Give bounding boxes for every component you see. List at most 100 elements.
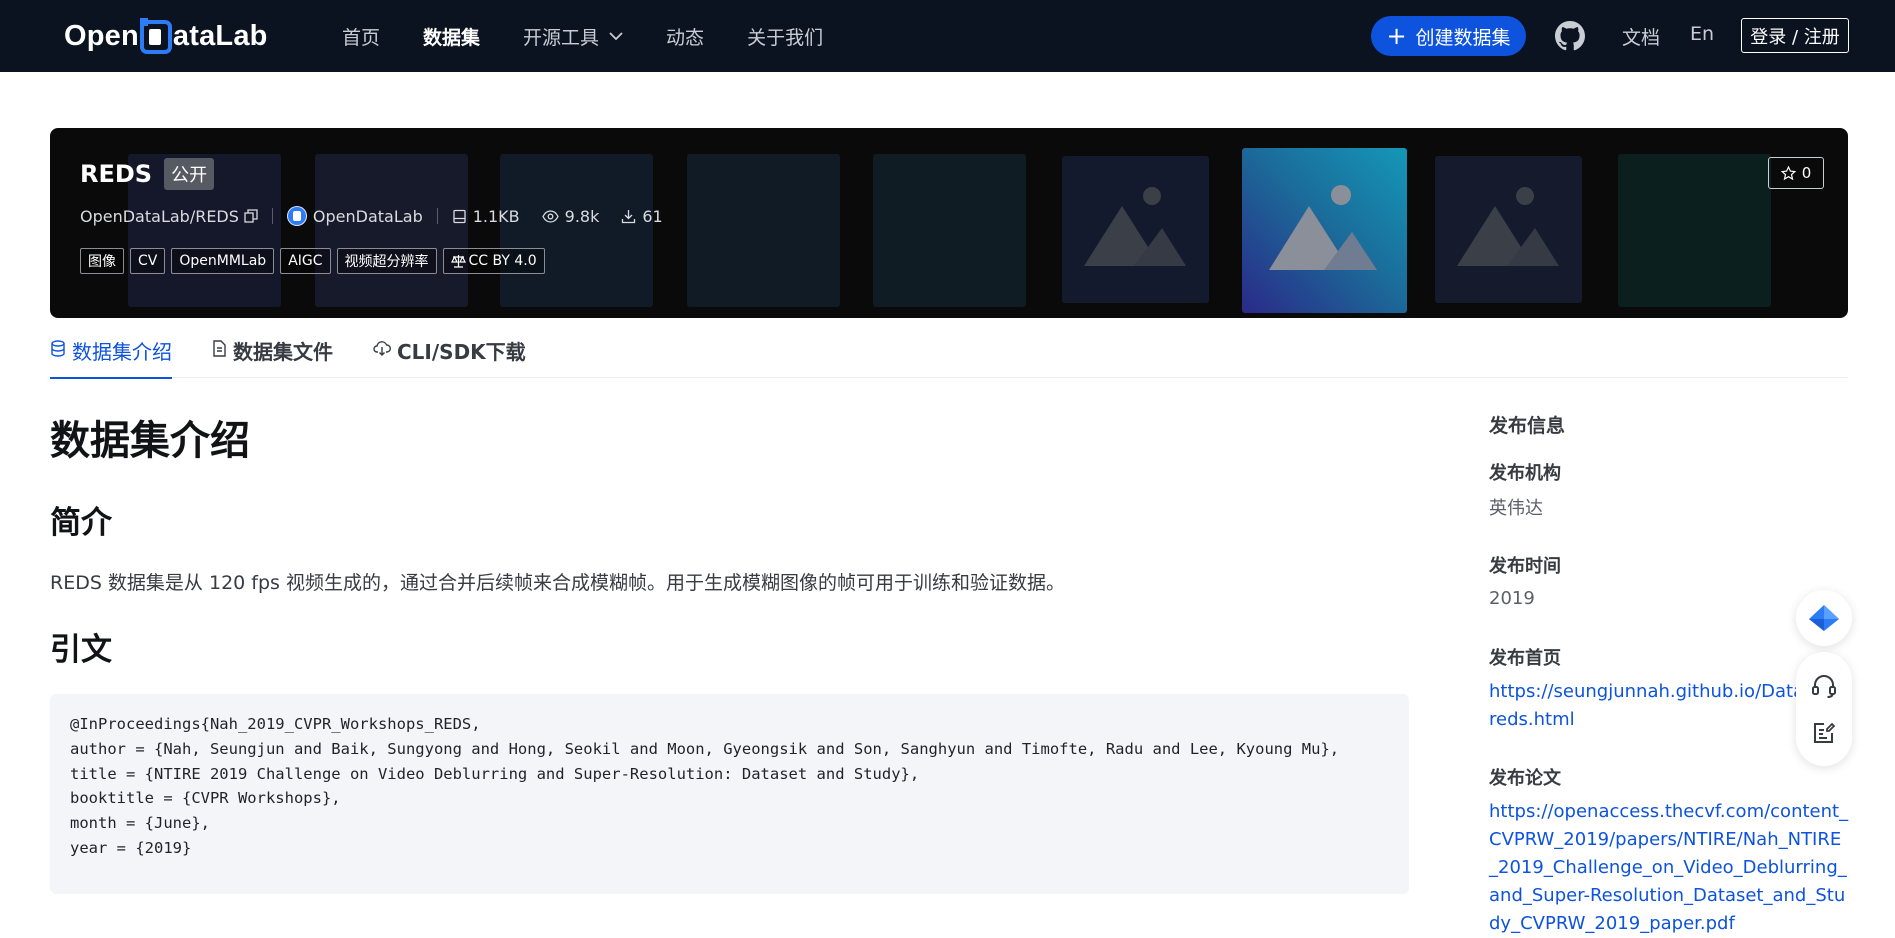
headset-icon[interactable]	[1811, 673, 1837, 699]
thumbnail-highlight	[1242, 148, 1407, 313]
tab-dataset-files[interactable]: 数据集文件	[212, 330, 333, 378]
create-dataset-label: 创建数据集	[1415, 26, 1511, 49]
tab-dataset-intro[interactable]: 数据集介绍	[50, 330, 172, 379]
size-value: 1.1KB	[472, 206, 520, 226]
homepage-link[interactable]: https://seungjunnah.github.io/Datasets/r…	[1489, 678, 1849, 734]
tab-label: 数据集介绍	[72, 340, 172, 364]
dataset-meta: OpenDataLab/REDS OpenDataLab 1.1KB 9.8k …	[80, 206, 663, 226]
cloud-download-icon	[373, 341, 391, 356]
nav-item-news[interactable]: 动态	[666, 23, 704, 50]
publish-info-title: 发布信息	[1489, 415, 1566, 437]
opendatalab-logo-icon	[286, 206, 307, 226]
paper-label: 发布论文	[1489, 768, 1561, 789]
dataset-org[interactable]: OpenDataLab	[286, 206, 423, 226]
citation-code-block: @InProceedings{Nah_2019_CVPR_Workshops_R…	[50, 694, 1409, 894]
file-icon	[213, 340, 226, 357]
logo-d-icon	[139, 18, 172, 54]
eye-icon	[541, 209, 559, 223]
divider	[271, 208, 273, 224]
star-count: 0	[1801, 164, 1812, 182]
create-dataset-button[interactable]: + 创建数据集	[1371, 16, 1526, 56]
assistant-button[interactable]	[1796, 590, 1852, 646]
dataset-views: 9.8k	[541, 206, 600, 226]
nav-item-label: 动态	[666, 26, 705, 49]
storage-icon	[453, 209, 466, 223]
dataset-path-text: OpenDataLab/REDS	[80, 206, 239, 226]
scale-icon	[450, 255, 466, 268]
star-icon	[1780, 165, 1796, 180]
content-tabs: 数据集介绍 数据集文件 CLI/SDK下载	[50, 330, 1848, 379]
page-title: 数据集介绍	[50, 418, 250, 464]
thumbnail	[873, 154, 1026, 307]
downloads-value: 61	[642, 206, 663, 226]
dataset-title-row: REDS 公开	[80, 158, 215, 190]
logo-text-right: ataLab	[172, 19, 268, 52]
visibility-badge: 公开	[164, 158, 215, 190]
float-toolbar	[1796, 652, 1852, 766]
star-button[interactable]: 0	[1768, 157, 1824, 189]
copy-icon[interactable]	[244, 209, 258, 223]
logo[interactable]: Open ataLab	[64, 16, 268, 56]
nav-item-label: 关于我们	[747, 26, 824, 49]
code-line: author = {Nah, Seungjun and Baik, Sungyo…	[70, 739, 1340, 758]
tag[interactable]: 图像	[80, 248, 124, 274]
tag[interactable]: CV	[130, 248, 166, 274]
publish-time-value: 2019	[1489, 588, 1535, 609]
download-icon	[622, 209, 636, 223]
tag[interactable]: OpenMMLab	[171, 248, 275, 274]
publisher-label: 发布机构	[1489, 463, 1561, 484]
code-line: booktitle = {CVPR Workshops},	[70, 789, 341, 808]
nav-item-label: 首页	[342, 26, 381, 49]
nav-item-datasets[interactable]: 数据集	[423, 23, 480, 50]
code-line: @InProceedings{Nah_2019_CVPR_Workshops_R…	[70, 715, 481, 733]
thumbnail	[315, 154, 468, 307]
github-icon[interactable]	[1555, 21, 1585, 51]
dataset-name: REDS	[80, 160, 153, 188]
docs-link[interactable]: 文档	[1622, 23, 1660, 50]
image-placeholder-icon	[1269, 185, 1377, 270]
tag-list: 图像 CV OpenMMLab AIGC 视频超分辨率 CC BY 4.0	[80, 248, 551, 274]
code-line: year = {2019}	[70, 838, 192, 857]
code-line: month = {June},	[70, 814, 210, 833]
image-placeholder-icon	[1457, 187, 1559, 266]
image-placeholder-icon	[1084, 187, 1186, 266]
bird-icon	[1809, 605, 1839, 631]
logo-text-left: Open	[64, 19, 139, 52]
views-value: 9.8k	[564, 206, 600, 226]
nav-item-home[interactable]: 首页	[342, 23, 380, 50]
thumbnail	[1062, 156, 1209, 303]
code-line: title = {NTIRE 2019 Challenge on Video D…	[70, 764, 920, 783]
org-name: OpenDataLab	[312, 206, 423, 226]
dataset-path[interactable]: OpenDataLab/REDS	[80, 207, 258, 226]
thumbnail	[687, 154, 840, 307]
nav-menu: 首页 数据集 开源工具 动态 关于我们	[342, 0, 866, 72]
language-switch[interactable]: En	[1690, 23, 1714, 45]
dataset-downloads: 61	[621, 206, 663, 226]
edit-note-icon[interactable]	[1812, 721, 1836, 745]
tab-cli-sdk-download[interactable]: CLI/SDK下载	[373, 330, 526, 378]
nav-item-label: 开源工具	[523, 26, 600, 49]
nav-item-open-tools[interactable]: 开源工具	[523, 23, 623, 50]
tab-label: 数据集文件	[233, 340, 333, 364]
nav-item-label: 数据集	[423, 26, 481, 49]
plus-icon: +	[1386, 22, 1407, 50]
license-tag[interactable]: CC BY 4.0	[442, 248, 545, 274]
section-heading-intro: 简介	[50, 505, 112, 541]
top-nav: Open ataLab 首页 数据集 开源工具 动态 关于我们 + 创建数据集 …	[0, 0, 1895, 72]
divider	[436, 208, 438, 224]
nav-item-about[interactable]: 关于我们	[747, 23, 823, 50]
intro-paragraph: REDS 数据集是从 120 fps 视频生成的，通过合并后续帧来合成模糊帧。用…	[50, 572, 1065, 594]
publish-time-label: 发布时间	[1489, 556, 1561, 577]
database-icon	[51, 340, 65, 357]
login-register-button[interactable]: 登录 / 注册	[1741, 18, 1849, 53]
dataset-size: 1.1KB	[452, 207, 520, 226]
thumbnail	[500, 154, 653, 307]
tab-label: CLI/SDK下载	[397, 340, 526, 364]
section-heading-citation: 引文	[50, 632, 112, 668]
tag[interactable]: AIGC	[280, 248, 331, 274]
tag[interactable]: 视频超分辨率	[336, 248, 437, 274]
license-label: CC BY 4.0	[468, 253, 537, 269]
paper-link[interactable]: https://openaccess.thecvf.com/content_CV…	[1489, 798, 1849, 938]
thumbnail	[1618, 154, 1771, 307]
chevron-down-icon	[609, 31, 623, 40]
